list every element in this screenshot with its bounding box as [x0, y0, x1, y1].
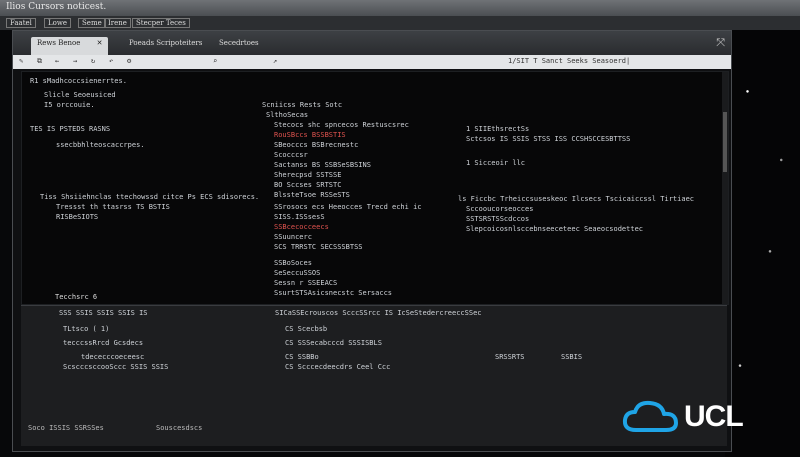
tab-label: Secedrtoes: [219, 39, 259, 47]
forward-icon[interactable]: →: [73, 57, 77, 65]
logo-text: UCL: [684, 400, 744, 433]
tab-bar: Rews Benoe ✕ Poeads Scripoteiters Secedr…: [13, 31, 731, 55]
code-line: BlssteTsoe RSSeSTS: [274, 191, 350, 199]
status-left: Soco ISSIS SSRSSes: [28, 424, 104, 432]
menu-item-view[interactable]: Seme: [78, 18, 106, 28]
code-line: Stecocs shc spncecos Restuscsrec: [274, 121, 409, 129]
code-line: Slicle Seoeusiced: [44, 91, 116, 99]
code-line: Tressst th ttasrss TS BSTIS: [56, 203, 170, 211]
arrow-icon[interactable]: ↗: [273, 57, 277, 65]
code-line: TES IS PSTEDS RASNS: [30, 125, 111, 133]
code-line: SBeocccs BSBrecnestc: [274, 141, 359, 149]
console-line: SICaSSEcrouscos ScccSSrcc IS IcSeStederc…: [275, 309, 482, 317]
editor-window: Rews Benoe ✕ Poeads Scripoteiters Secedr…: [12, 30, 732, 452]
copy-icon[interactable]: ⧉: [37, 57, 42, 66]
menu-item-tools[interactable]: Irene: [104, 18, 131, 28]
console-line: CS SSBBo: [285, 353, 319, 361]
menu-item-edit[interactable]: Lowe: [44, 18, 71, 28]
code-line: SlthoSecas: [266, 111, 309, 119]
code-line: Sherecpsd SSTSSE: [274, 171, 342, 179]
code-line: R1 sMadhcoccsienerrtes.: [30, 77, 127, 85]
console-line: SSBIS: [561, 353, 583, 361]
tab-home[interactable]: Rews Benoe ✕: [31, 37, 109, 55]
code-line: ls Ficcbc Trheiccsuseskeoc Ilcsecs Tscic…: [458, 195, 695, 203]
status-bar: Soco ISSIS SSRSSes Souscesdscs: [0, 420, 730, 436]
ucl-logo: UCL: [622, 398, 762, 438]
code-line: SCS TRRSTC SECSSSBTSS: [274, 243, 363, 251]
window-options-icon[interactable]: ⤧: [716, 36, 725, 50]
menu-bar: Faatel Lowe Seme Irene Stecper Teces: [0, 16, 800, 30]
console-line: TLtsco ( 1): [63, 325, 110, 333]
console-line: CS Scecbsb: [285, 325, 328, 333]
menu-item-help[interactable]: Stecper Teces: [132, 18, 190, 28]
code-line: SISS.ISSsesS: [274, 213, 325, 221]
console-title: Tecchsrc 6: [55, 293, 98, 301]
code-line: SSuuncerc: [274, 233, 312, 241]
code-line: Sactanss BS SSBSeSBSINS: [274, 161, 371, 169]
code-line: Sctcsos IS SSIS STSS ISS CCSHSCCESBTTSS: [466, 135, 631, 143]
menu-item-file[interactable]: Faatel: [6, 18, 36, 28]
code-line: 1 SIIEthsrectSs: [466, 125, 530, 133]
close-icon[interactable]: ✕: [97, 39, 103, 47]
tab-scripts[interactable]: Poeads Scripoteiters: [123, 37, 208, 55]
undo-icon[interactable]: ↶: [109, 57, 113, 65]
code-line: SSrosocs ecs Heeocces Trecd echi ic: [274, 203, 422, 211]
console-line: SRSSRTS: [495, 353, 525, 361]
tab-secondary[interactable]: Secedrtoes: [213, 37, 265, 55]
tab-label: Poeads Scripoteiters: [129, 39, 203, 47]
code-line: Scocccsr: [274, 151, 308, 159]
toolbar: ✎ ⧉ ← → ↻ ↶ ⚙ ⌕ ↗ 1/SIT T Sanct Seeks Se…: [13, 55, 731, 69]
space-background: [725, 0, 800, 457]
console-line: ScscccsccooSccc SSIS SSIS: [63, 363, 169, 371]
console-line: CS Scccecdeecdrs Ceel Ccc: [285, 363, 391, 371]
back-icon[interactable]: ←: [55, 57, 59, 65]
code-line: RISBeSIOTS: [56, 213, 99, 221]
upper-editor-pane[interactable]: R1 sMadhcoccsienerrtes. Slicle Seoeusice…: [21, 71, 729, 305]
scrollbar-thumb[interactable]: [723, 112, 727, 172]
code-line: SSBcecocceecs: [274, 223, 329, 231]
code-line: 1 Sicceoir llc: [466, 159, 526, 167]
search-icon[interactable]: ⌕: [213, 57, 217, 65]
code-line: Tiss Shsiiehnclas ttechowssd citce Ps EC…: [40, 193, 260, 201]
settings-icon[interactable]: ⚙: [127, 57, 131, 65]
code-line: SSTSRSTSScdccos: [466, 215, 530, 223]
code-line: I5 orccouie.: [44, 101, 95, 109]
pencil-icon[interactable]: ✎: [19, 57, 23, 65]
vertical-scrollbar[interactable]: [722, 72, 728, 304]
window-title: Ilios Cursors noticest.: [6, 2, 107, 12]
cloud-icon: [622, 400, 678, 432]
console-line: tdececccoeceesc: [81, 353, 145, 361]
refresh-icon[interactable]: ↻: [91, 57, 95, 65]
code-line: Slepcoicosnlsccebnseeceteec Seaeocsodett…: [466, 225, 644, 233]
code-line: SsurtSTSAsicsnecstc Sersaccs: [274, 289, 393, 297]
console-line: tecccssRrcd Gcsdecs: [63, 339, 144, 347]
code-line: SeSeccuSSOS: [274, 269, 321, 277]
tab-label: Rews Benoe: [37, 39, 81, 47]
code-line: Sessn r SSEEACS: [274, 279, 338, 287]
code-line: Sccooucorseocces: [466, 205, 534, 213]
code-line: ssecbbhlteoscaccrpes.: [56, 141, 145, 149]
address-field[interactable]: 1/SIT T Sanct Seeks Seasoerd|: [508, 57, 630, 65]
title-bar: Ilios Cursors noticest.: [0, 0, 800, 16]
code-line: RouSBccs BSSBSTIS: [274, 131, 346, 139]
section-heading: Scniicss Rests Sotc: [262, 101, 343, 109]
status-right: Souscesdscs: [156, 424, 203, 432]
code-line: SSBoSoces: [274, 259, 312, 267]
console-line: CS SSSecabcccd SSSISBLS: [285, 339, 382, 347]
code-line: BO Sccses SRTSTC: [274, 181, 342, 189]
console-line: SSS SSIS SSIS SSIS IS: [59, 309, 148, 317]
